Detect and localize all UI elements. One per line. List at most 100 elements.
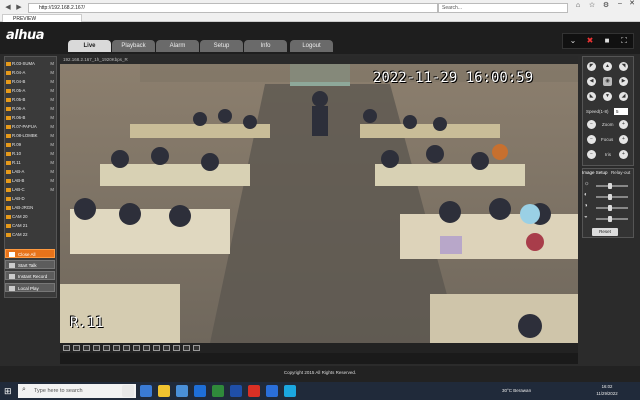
- store-icon[interactable]: [176, 385, 188, 397]
- mic-off-icon[interactable]: ✖: [584, 35, 596, 47]
- ptz-up-right-icon[interactable]: ◥: [619, 62, 628, 71]
- tab-relay-out[interactable]: Relay-out: [611, 170, 630, 175]
- snapshot-icon[interactable]: [113, 345, 120, 351]
- device-stream-flag[interactable]: M: [50, 96, 54, 104]
- device-item[interactable]: R.05-A M: [6, 87, 54, 95]
- tab-image-setup[interactable]: Image Setup: [582, 170, 608, 175]
- zoom-in-icon[interactable]: +: [619, 120, 628, 129]
- device-item[interactable]: CAM 20: [6, 213, 54, 221]
- device-item[interactable]: R.04-A M: [6, 69, 54, 77]
- split-16-icon[interactable]: [93, 345, 100, 351]
- tab-info[interactable]: Info: [244, 40, 287, 52]
- device-item[interactable]: R.10 M: [6, 150, 54, 158]
- device-stream-flag[interactable]: M: [50, 141, 54, 149]
- file-explorer-icon[interactable]: [158, 385, 170, 397]
- forward-icon[interactable]: ▶: [14, 3, 24, 13]
- device-stream-flag[interactable]: M: [50, 78, 54, 86]
- device-item[interactable]: R.06-B M: [6, 114, 54, 122]
- focus-in-icon[interactable]: +: [619, 135, 628, 144]
- device-item[interactable]: R.07-PAPUA M: [6, 123, 54, 131]
- iris-close-icon[interactable]: −: [587, 150, 596, 159]
- reset-button[interactable]: Reset: [592, 228, 618, 236]
- zoom-out-icon[interactable]: −: [587, 120, 596, 129]
- device-stream-flag[interactable]: M: [50, 150, 54, 158]
- contrast-knob[interactable]: [608, 194, 612, 200]
- device-stream-flag[interactable]: M: [50, 87, 54, 95]
- start-talk-button[interactable]: Start Talk: [5, 260, 55, 269]
- fullscreen-icon[interactable]: [103, 345, 110, 351]
- saturation-knob[interactable]: [608, 205, 612, 211]
- close-window-icon[interactable]: ✕: [626, 0, 638, 9]
- mail-icon[interactable]: [194, 385, 206, 397]
- device-item[interactable]: R.05-B M: [6, 96, 54, 104]
- task-view-icon[interactable]: [140, 385, 152, 397]
- device-stream-flag[interactable]: M: [50, 177, 54, 185]
- close-icon[interactable]: [193, 345, 200, 351]
- tab-logout[interactable]: Logout: [290, 40, 333, 52]
- record-icon[interactable]: [123, 345, 130, 351]
- split-1-icon[interactable]: [63, 345, 70, 351]
- audio-icon[interactable]: [143, 345, 150, 351]
- split-9-icon[interactable]: [83, 345, 90, 351]
- brightness-slider[interactable]: [596, 185, 628, 187]
- focus-out-icon[interactable]: −: [587, 135, 596, 144]
- taskbar-search[interactable]: Type here to search: [18, 384, 136, 398]
- device-stream-flag[interactable]: M: [50, 114, 54, 122]
- tab-alarm[interactable]: Alarm: [156, 40, 199, 52]
- settings-icon[interactable]: ⚙: [600, 1, 612, 11]
- brightness-knob[interactable]: [608, 183, 612, 189]
- device-item[interactable]: R.03-SUMA M: [6, 60, 54, 68]
- device-item[interactable]: LAB-A M: [6, 168, 54, 176]
- ptz-up-icon[interactable]: ▲: [603, 62, 612, 71]
- weather-widget[interactable]: 30°C Berawan: [502, 384, 531, 398]
- close-all-button[interactable]: Close All: [5, 249, 55, 258]
- ptz-down-icon[interactable]: ▼: [603, 92, 612, 101]
- home-icon[interactable]: ⌂: [572, 1, 584, 11]
- instant-record-button[interactable]: Instant Record: [5, 271, 55, 280]
- ptz-center-icon[interactable]: ◉: [603, 77, 612, 86]
- hue-slider[interactable]: [596, 218, 628, 220]
- ptz-down-left-icon[interactable]: ◣: [587, 92, 596, 101]
- contrast-slider[interactable]: [596, 196, 628, 198]
- device-stream-flag[interactable]: M: [50, 69, 54, 77]
- device-item[interactable]: LAB-B M: [6, 177, 54, 185]
- tab-live[interactable]: Live: [68, 40, 111, 52]
- device-stream-flag[interactable]: M: [50, 60, 54, 68]
- device-stream-flag[interactable]: M: [50, 168, 54, 176]
- ratio-icon[interactable]: [163, 345, 170, 351]
- device-stream-flag[interactable]: M: [50, 123, 54, 131]
- iris-open-icon[interactable]: +: [619, 150, 628, 159]
- device-stream-flag[interactable]: M: [50, 105, 54, 113]
- speed-select[interactable]: 5: [614, 108, 628, 115]
- saturation-slider[interactable]: [596, 207, 628, 209]
- back-icon[interactable]: ◀: [3, 3, 13, 13]
- device-item[interactable]: R.09 M: [6, 141, 54, 149]
- browser-search-input[interactable]: Search...: [438, 3, 568, 13]
- word-icon[interactable]: [230, 385, 242, 397]
- chevron-down-icon[interactable]: ⌄: [567, 35, 579, 47]
- ptz-down-right-icon[interactable]: ◢: [619, 92, 628, 101]
- talk-icon[interactable]: [153, 345, 160, 351]
- chrome-icon[interactable]: [248, 385, 260, 397]
- ptz-right-icon[interactable]: ▶: [619, 77, 628, 86]
- split-4-icon[interactable]: [73, 345, 80, 351]
- zoom-icon[interactable]: [133, 345, 140, 351]
- device-item[interactable]: R.04-B M: [6, 78, 54, 86]
- device-item[interactable]: R.11 M: [6, 159, 54, 167]
- ie-icon[interactable]: [284, 385, 296, 397]
- system-clock[interactable]: 16:02 11/29/2022: [596, 383, 618, 397]
- device-item[interactable]: LAB-JRGN: [6, 204, 54, 212]
- camera-feed[interactable]: [60, 64, 578, 343]
- edge-icon[interactable]: [266, 385, 278, 397]
- device-item[interactable]: LAB-D: [6, 195, 54, 203]
- device-item[interactable]: R.06-A M: [6, 105, 54, 113]
- address-bar[interactable]: http://192.168.2.167/: [28, 3, 438, 13]
- record-icon[interactable]: ■: [601, 35, 613, 47]
- fullscreen-icon[interactable]: ⛶: [618, 35, 630, 47]
- device-stream-flag[interactable]: M: [50, 159, 54, 167]
- device-item[interactable]: CAM 21: [6, 222, 54, 230]
- ptz-left-icon[interactable]: ◀: [587, 77, 596, 86]
- favorites-icon[interactable]: ☆: [586, 1, 598, 11]
- cortana-icon[interactable]: [122, 385, 134, 397]
- fluency-icon[interactable]: [173, 345, 180, 351]
